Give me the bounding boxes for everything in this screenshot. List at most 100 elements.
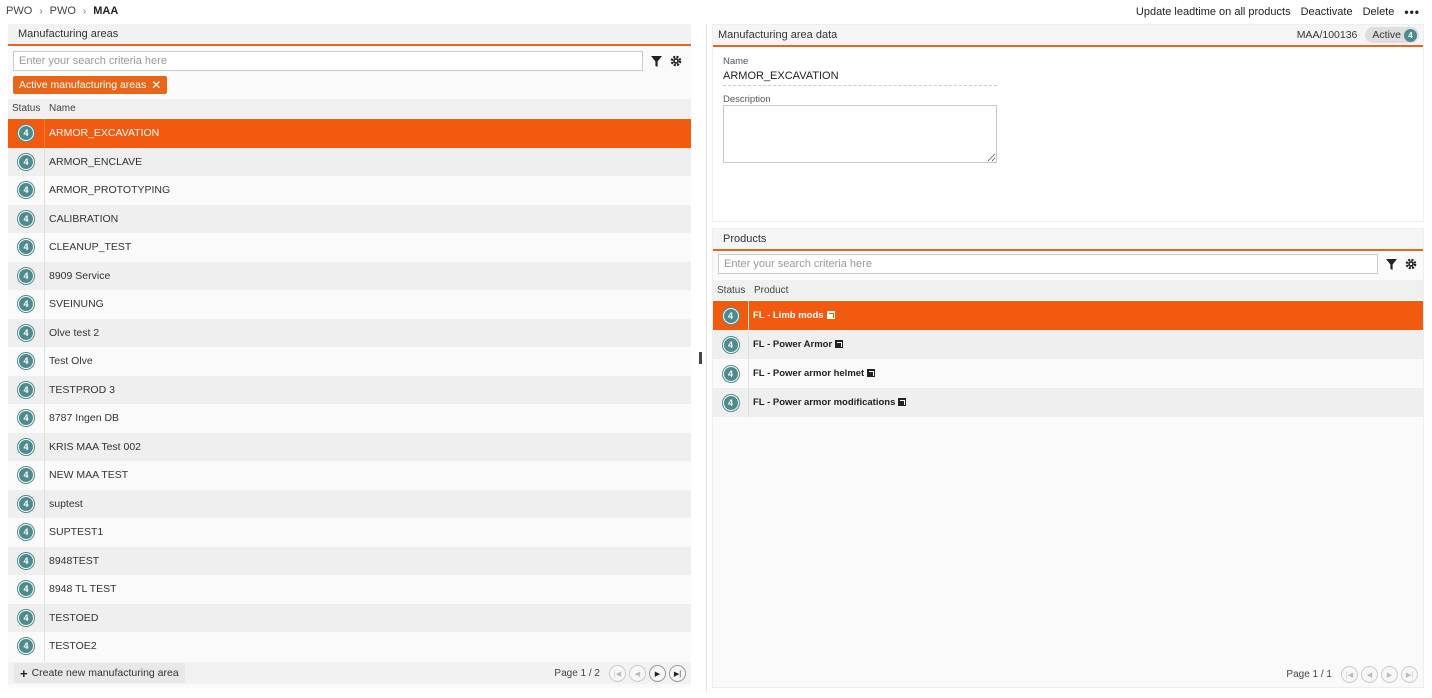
column-header-status[interactable]: Status: [713, 285, 750, 296]
last-page-icon[interactable]: ▶|: [1401, 666, 1418, 683]
table-row[interactable]: 4 TESTOED: [8, 603, 691, 632]
product-search-input[interactable]: [718, 254, 1378, 274]
table-row[interactable]: 4 SVEINUNG: [8, 290, 691, 319]
pager: Page 1 / 1 |◀ ◀ ▶ ▶|: [1286, 666, 1418, 683]
area-name: 8787 Ingen DB: [49, 412, 120, 425]
panel-title: Manufacturing areas: [8, 24, 691, 46]
breadcrumb: PWO › PWO › MAA: [6, 5, 118, 17]
area-name: ARMOR_PROTOTYPING: [49, 184, 171, 197]
table-row[interactable]: 4 8948TEST: [8, 546, 691, 575]
table-row[interactable]: 4 FL - Power armor helmet: [713, 359, 1423, 388]
table-row[interactable]: 4 Olve test 2: [8, 318, 691, 347]
breadcrumb-item[interactable]: PWO: [50, 5, 76, 17]
filter-icon[interactable]: [1384, 257, 1398, 271]
external-link-icon[interactable]: [898, 398, 907, 406]
area-name: Test Olve: [49, 355, 93, 368]
table-row[interactable]: 4 FL - Limb mods: [713, 301, 1423, 330]
update-leadtime-button[interactable]: Update leadtime on all products: [1136, 6, 1291, 18]
gear-icon[interactable]: [669, 54, 683, 68]
external-link-icon[interactable]: [826, 311, 835, 319]
column-header-status[interactable]: Status: [8, 103, 45, 114]
product-name-cell: FL - Power armor modifications: [749, 397, 907, 408]
name-field[interactable]: ARMOR_EXCAVATION: [723, 70, 997, 86]
table-row[interactable]: 4 ARMOR_PROTOTYPING: [8, 176, 691, 205]
product-list-footer: Page 1 / 1 |◀ ◀ ▶ ▶|: [713, 663, 1423, 685]
table-row[interactable]: 4 TESTOE2: [8, 632, 691, 661]
close-icon[interactable]: ✕: [151, 78, 161, 92]
table-row[interactable]: 4 8787 Ingen DB: [8, 404, 691, 433]
record-meta: MAA/100136 Active 4: [1297, 27, 1419, 43]
table-row[interactable]: 4 TESTPROD 3: [8, 375, 691, 404]
column-header-product[interactable]: Product: [750, 285, 788, 296]
last-page-icon[interactable]: ▶|: [669, 665, 686, 682]
status-cell: 4: [8, 347, 45, 376]
table-row[interactable]: 4 NEW MAA TEST: [8, 461, 691, 490]
page-indicator: Page 1 / 2: [554, 668, 600, 679]
external-link-icon[interactable]: [867, 369, 876, 377]
breadcrumb-item[interactable]: PWO: [6, 5, 32, 17]
table-row[interactable]: 4 8909 Service: [8, 261, 691, 290]
status-cell: 4: [713, 388, 749, 417]
first-page-icon[interactable]: |◀: [1341, 666, 1358, 683]
products-panel: Products Status Product 4FL - Limb mods4…: [712, 228, 1424, 688]
status-badge-icon: 4: [18, 552, 34, 569]
table-row[interactable]: 4 FL - Power armor modifications: [713, 388, 1423, 417]
product-name-cell: FL - Limb mods: [749, 310, 835, 321]
status-badge-icon: 4: [18, 324, 34, 341]
list-footer: + Create new manufacturing area Page 1 /…: [8, 662, 691, 684]
product-name-cell: FL - Power Armor: [749, 339, 844, 350]
search-input[interactable]: [13, 51, 644, 71]
description-label: Description: [723, 94, 771, 105]
search-row: [13, 51, 683, 71]
table-row[interactable]: 4 Test Olve: [8, 347, 691, 376]
status-badge-icon: 4: [18, 438, 34, 455]
product-name[interactable]: FL - Power armor modifications: [753, 397, 895, 408]
status-cell: 4: [8, 375, 45, 404]
external-link-icon[interactable]: [835, 340, 844, 348]
area-name: Olve test 2: [49, 326, 100, 339]
table-row[interactable]: 4 ARMOR_ENCLAVE: [8, 147, 691, 176]
table-row[interactable]: 4 SUPTEST1: [8, 518, 691, 547]
product-name[interactable]: FL - Power Armor: [753, 339, 832, 350]
area-name: 8909 Service: [49, 269, 111, 282]
table-row[interactable]: 4 8948 TL TEST: [8, 575, 691, 604]
table-row[interactable]: 4 KRIS MAA Test 002: [8, 432, 691, 461]
filter-icon[interactable]: [649, 54, 663, 68]
area-name: TESTOE2: [49, 640, 97, 653]
next-page-icon[interactable]: ▶: [649, 665, 666, 682]
status-badge-icon: 4: [18, 524, 34, 541]
product-name[interactable]: FL - Power armor helmet: [753, 368, 864, 379]
gear-icon[interactable]: [1404, 257, 1418, 271]
status-badge-icon: 4: [18, 581, 34, 598]
previous-page-icon[interactable]: ◀: [629, 665, 646, 682]
area-name: KRIS MAA Test 002: [49, 440, 142, 453]
first-page-icon[interactable]: |◀: [609, 665, 626, 682]
splitter-handle[interactable]: [699, 352, 702, 364]
previous-page-icon[interactable]: ◀: [1361, 666, 1378, 683]
status-cell: 4: [713, 330, 749, 359]
description-field[interactable]: [723, 105, 997, 163]
status-cell: 4: [8, 432, 45, 461]
column-header-name[interactable]: Name: [45, 103, 76, 114]
more-options-icon[interactable]: •••: [1404, 5, 1420, 19]
next-page-icon[interactable]: ▶: [1381, 666, 1398, 683]
filter-chip[interactable]: Active manufacturing areas ✕: [13, 76, 168, 94]
panel-title: Products: [713, 229, 1423, 251]
status-cell: 4: [713, 359, 749, 388]
create-manufacturing-area-button[interactable]: + Create new manufacturing area: [14, 663, 185, 683]
table-row[interactable]: 4 FL - Power Armor: [713, 330, 1423, 359]
deactivate-button[interactable]: Deactivate: [1301, 6, 1353, 18]
status-cell: 4: [713, 301, 749, 330]
manufacturing-area-data-panel: Manufacturing area data MAA/100136 Activ…: [712, 24, 1424, 222]
product-list: 4 FL - Limb mods 4 FL - Power Armor 4 FL - Po…: [713, 301, 1423, 417]
table-row[interactable]: 4 ARMOR_EXCAVATION: [8, 119, 691, 148]
table-row[interactable]: 4 CALIBRATION: [8, 204, 691, 233]
status-cell: 4: [8, 119, 45, 148]
table-row[interactable]: 4 suptest: [8, 489, 691, 518]
table-row[interactable]: 4 CLEANUP_TEST: [8, 233, 691, 262]
product-name[interactable]: FL - Limb mods: [753, 310, 824, 321]
status-badge-icon: 4: [18, 467, 34, 484]
status-badge-icon: 4: [18, 267, 34, 284]
delete-button[interactable]: Delete: [1363, 6, 1395, 18]
status-cell: 4: [8, 489, 45, 518]
